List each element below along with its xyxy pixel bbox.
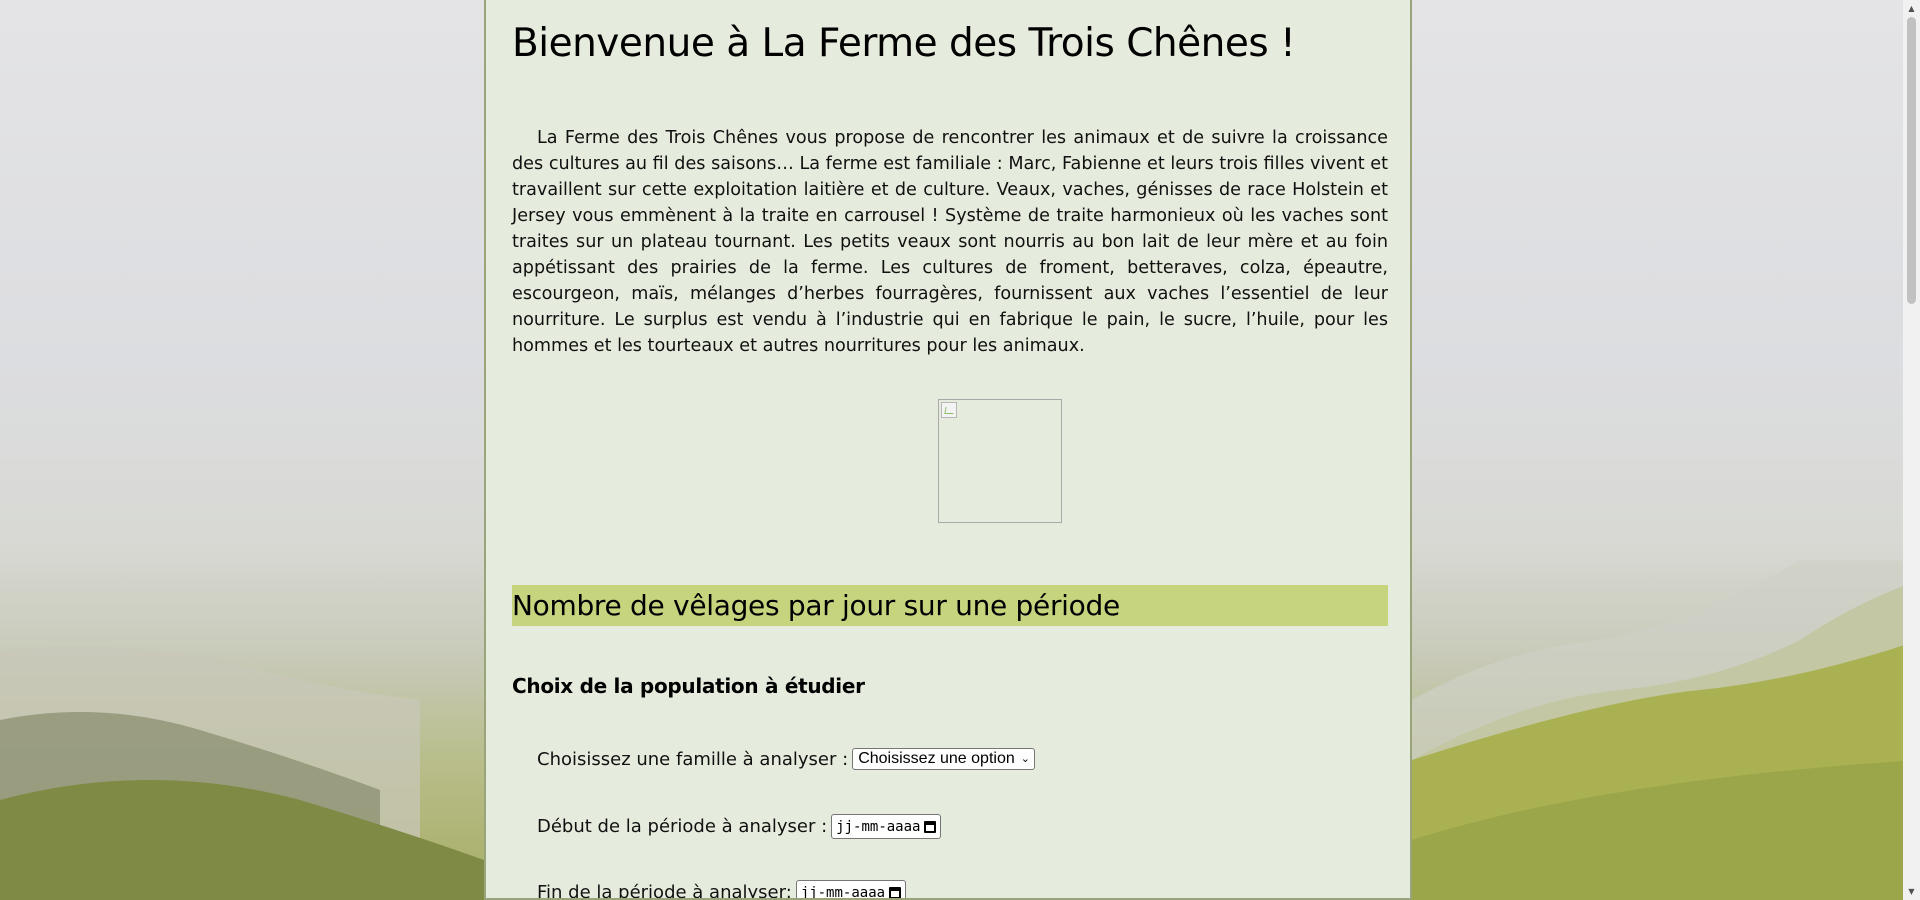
family-label: Choisissez une famille à analyser : [537, 748, 849, 770]
main-content-panel: Bienvenue à La Ferme des Trois Chênes ! … [484, 0, 1412, 900]
scrollbar-thumb[interactable] [1907, 17, 1916, 304]
broken-image-placeholder [938, 399, 1062, 523]
scroll-up-arrow-icon[interactable]: ▲ [1903, 0, 1920, 17]
end-date-value: jj-mm-aaaa [800, 884, 886, 900]
start-date-label: Début de la période à analyser : [537, 816, 828, 837]
section-title: Nombre de vêlages par jour sur une pério… [512, 585, 1388, 626]
start-date-value: jj-mm-aaaa [836, 818, 921, 835]
family-select[interactable]: Choisissez une option ⌄ [852, 748, 1035, 770]
subsection-title: Choix de la population à étudier [512, 674, 865, 698]
end-date-label: Fin de la période à analyser: [537, 882, 792, 900]
family-row: Choisissez une famille à analyser : Choi… [537, 748, 1035, 770]
scroll-down-arrow-icon[interactable]: ▼ [1903, 883, 1920, 900]
family-select-value: Choisissez une option [858, 750, 1015, 767]
vertical-scrollbar[interactable]: ▲ ▼ [1903, 0, 1920, 900]
calendar-icon[interactable] [889, 886, 902, 898]
intro-paragraph: La Ferme des Trois Chênes vous propose d… [512, 128, 1388, 356]
page-title: Bienvenue à La Ferme des Trois Chênes ! [512, 21, 1296, 66]
start-date-input[interactable]: jj-mm-aaaa [831, 814, 942, 839]
chevron-down-icon: ⌄ [1020, 752, 1030, 765]
broken-image-icon [941, 402, 957, 418]
start-date-row: Début de la période à analyser : jj-mm-a… [537, 814, 942, 839]
end-date-row: Fin de la période à analyser: jj-mm-aaaa [537, 880, 907, 900]
end-date-input[interactable]: jj-mm-aaaa [795, 880, 907, 900]
calendar-icon[interactable] [924, 820, 937, 833]
